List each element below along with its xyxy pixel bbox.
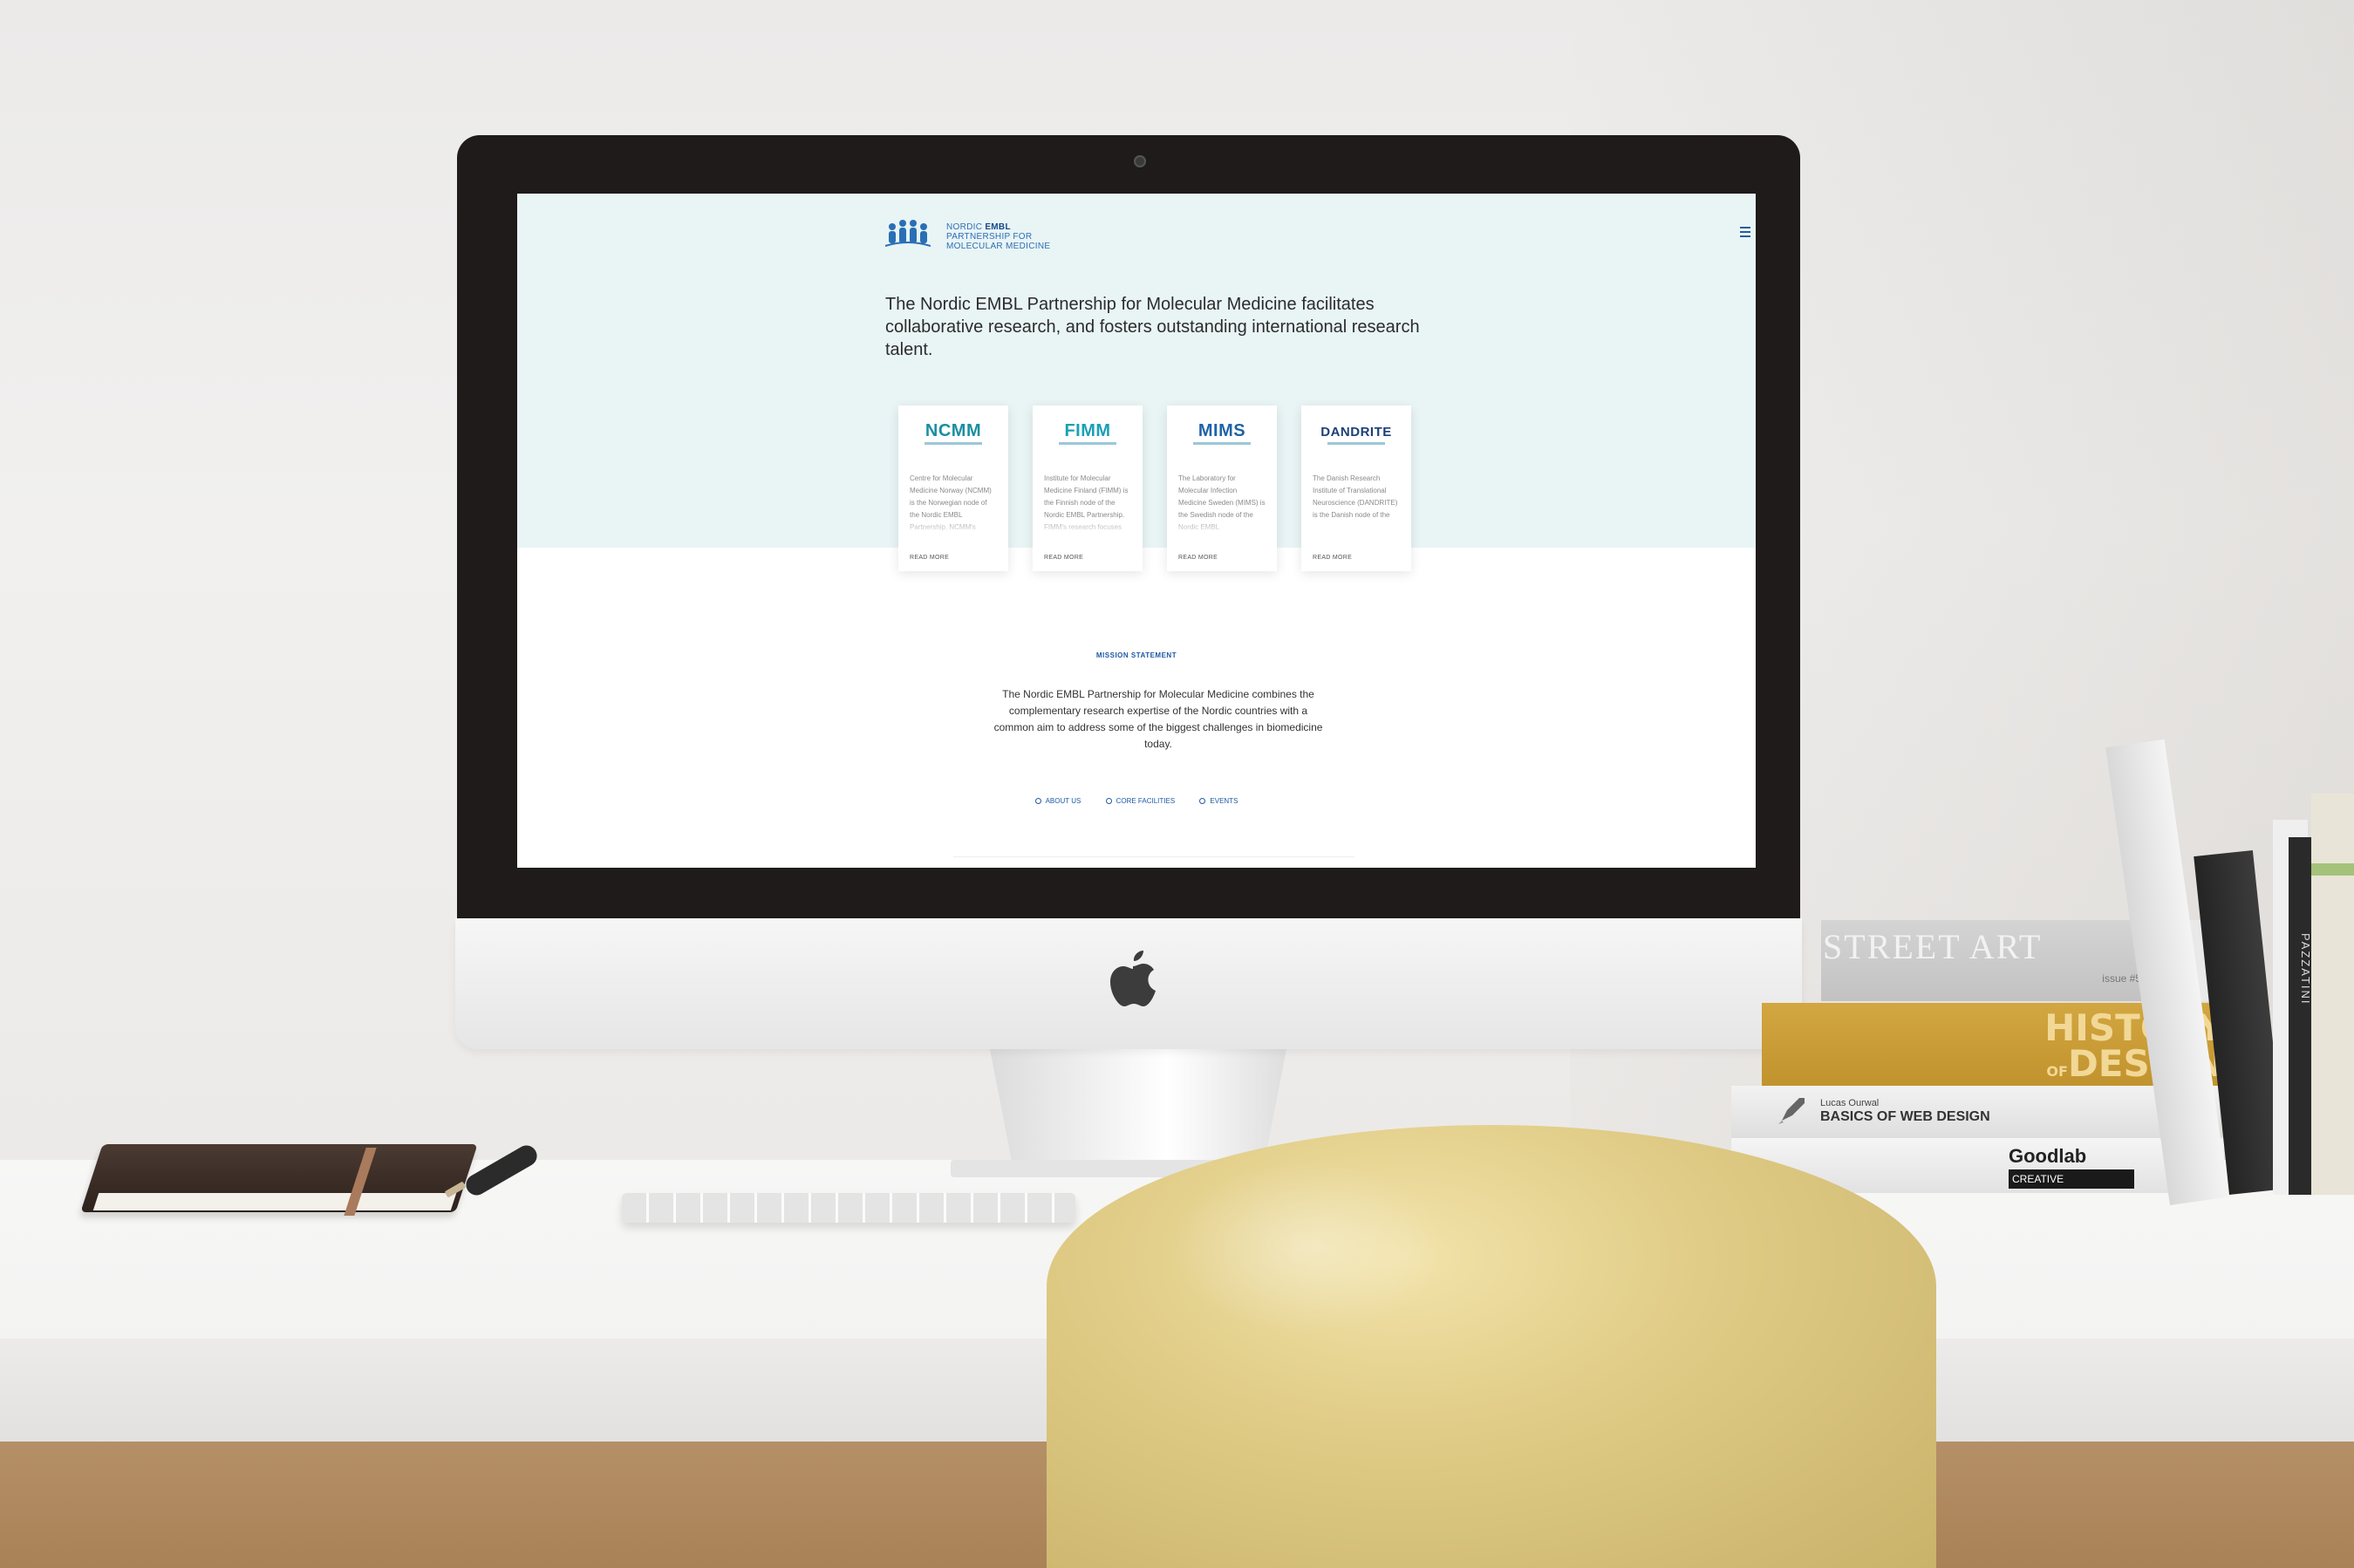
camera-icon	[1134, 155, 1146, 167]
issue-label: issue #5	[2102, 972, 2141, 985]
read-more-link[interactable]: READ MORE	[1178, 555, 1218, 561]
card-description: Centre for Molecular Medicine Norway (NC…	[910, 473, 997, 537]
logo-line3: MOLECULAR MEDICINE	[946, 242, 1051, 251]
keyboard	[622, 1193, 1075, 1223]
hero-headline: The Nordic EMBL Partnership for Molecula…	[885, 295, 1420, 359]
apple-logo-icon	[1110, 951, 1156, 1006]
mission-title: MISSION STATEMENT	[1095, 651, 1177, 659]
rocket-icon	[1778, 1098, 1805, 1124]
read-more-link[interactable]: READ MORE	[910, 555, 949, 561]
street-art-title: STREET ART	[1823, 927, 2043, 966]
card-description: Institute for Molecular Medicine Finland…	[1044, 473, 1131, 537]
card-ncmm[interactable]: NCMM Centre for Molecular Medicine Norwa…	[898, 406, 1008, 571]
logo-underline	[1193, 442, 1251, 445]
core-facilities-label: CORE FACILITIES	[1116, 797, 1176, 805]
circle-icon	[1034, 798, 1041, 805]
goodlab-title: Goodlab	[2009, 1145, 2087, 1167]
book-author: Lucas Ourwal	[1820, 1098, 1880, 1108]
hamburger-menu-icon[interactable]	[1740, 227, 1750, 240]
card-description: The Danish Research Institute of Transla…	[1313, 473, 1400, 537]
fimm-logo: FIMM	[1064, 421, 1111, 440]
logo-underline	[1327, 442, 1385, 445]
circle-icon	[1105, 798, 1112, 805]
website-screen: NORDIC EMBL PARTNERSHIP FOR MOLECULAR ME…	[517, 194, 1756, 868]
events-link[interactable]: EVENTS	[1199, 797, 1238, 805]
mission-text: The Nordic EMBL Partnership for Molecula…	[993, 688, 1323, 750]
about-us-link[interactable]: ABOUT US	[1034, 797, 1081, 805]
card-dandrite[interactable]: DANDRITE The Danish Research Institute o…	[1301, 406, 1411, 571]
read-more-link[interactable]: READ MORE	[1044, 555, 1083, 561]
logo-underline	[925, 442, 982, 445]
logo-line2: PARTNERSHIP FOR	[946, 232, 1033, 242]
book-web-design: Lucas Ourwal BASICS OF WEB DESIGN	[1731, 1086, 2220, 1138]
circle-icon	[1199, 798, 1206, 805]
logo-line1-bold: EMBL	[985, 222, 1011, 232]
card-fimm[interactable]: FIMM Institute for Molecular Medicine Fi…	[1033, 406, 1143, 571]
read-more-link[interactable]: READ MORE	[1313, 555, 1352, 561]
dandrite-logo: DANDRITE	[1320, 425, 1392, 440]
logo-underline	[1059, 442, 1116, 445]
chair-highlight	[1169, 1160, 1448, 1334]
events-label: EVENTS	[1210, 797, 1238, 805]
card-description: The Laboratory for Molecular Infection M…	[1178, 473, 1266, 537]
site-logo-text[interactable]: NORDIC EMBL PARTNERSHIP FOR MOLECULAR ME…	[946, 222, 1050, 251]
creative-label: CREATIVE	[2009, 1169, 2134, 1189]
web-design-title: BASICS OF WEB DESIGN	[1820, 1109, 1990, 1124]
ncmm-logo: NCMM	[925, 421, 982, 440]
core-facilities-link[interactable]: CORE FACILITIES	[1105, 797, 1176, 805]
book-stripe	[2311, 863, 2354, 876]
upright-book	[2311, 794, 2354, 1195]
about-us-label: ABOUT US	[1045, 797, 1081, 805]
card-mims[interactable]: MIMS The Laboratory for Molecular Infect…	[1167, 406, 1277, 571]
logo-line1: NORDIC	[946, 222, 986, 232]
people-logo-icon[interactable]	[885, 218, 931, 249]
divider	[953, 856, 1354, 857]
of-word: OF	[2046, 1063, 2068, 1080]
notebook-pages	[92, 1193, 457, 1210]
mims-logo: MIMS	[1197, 421, 1246, 440]
footer-links: ABOUT US CORE FACILITIES EVENTS	[517, 797, 1756, 805]
